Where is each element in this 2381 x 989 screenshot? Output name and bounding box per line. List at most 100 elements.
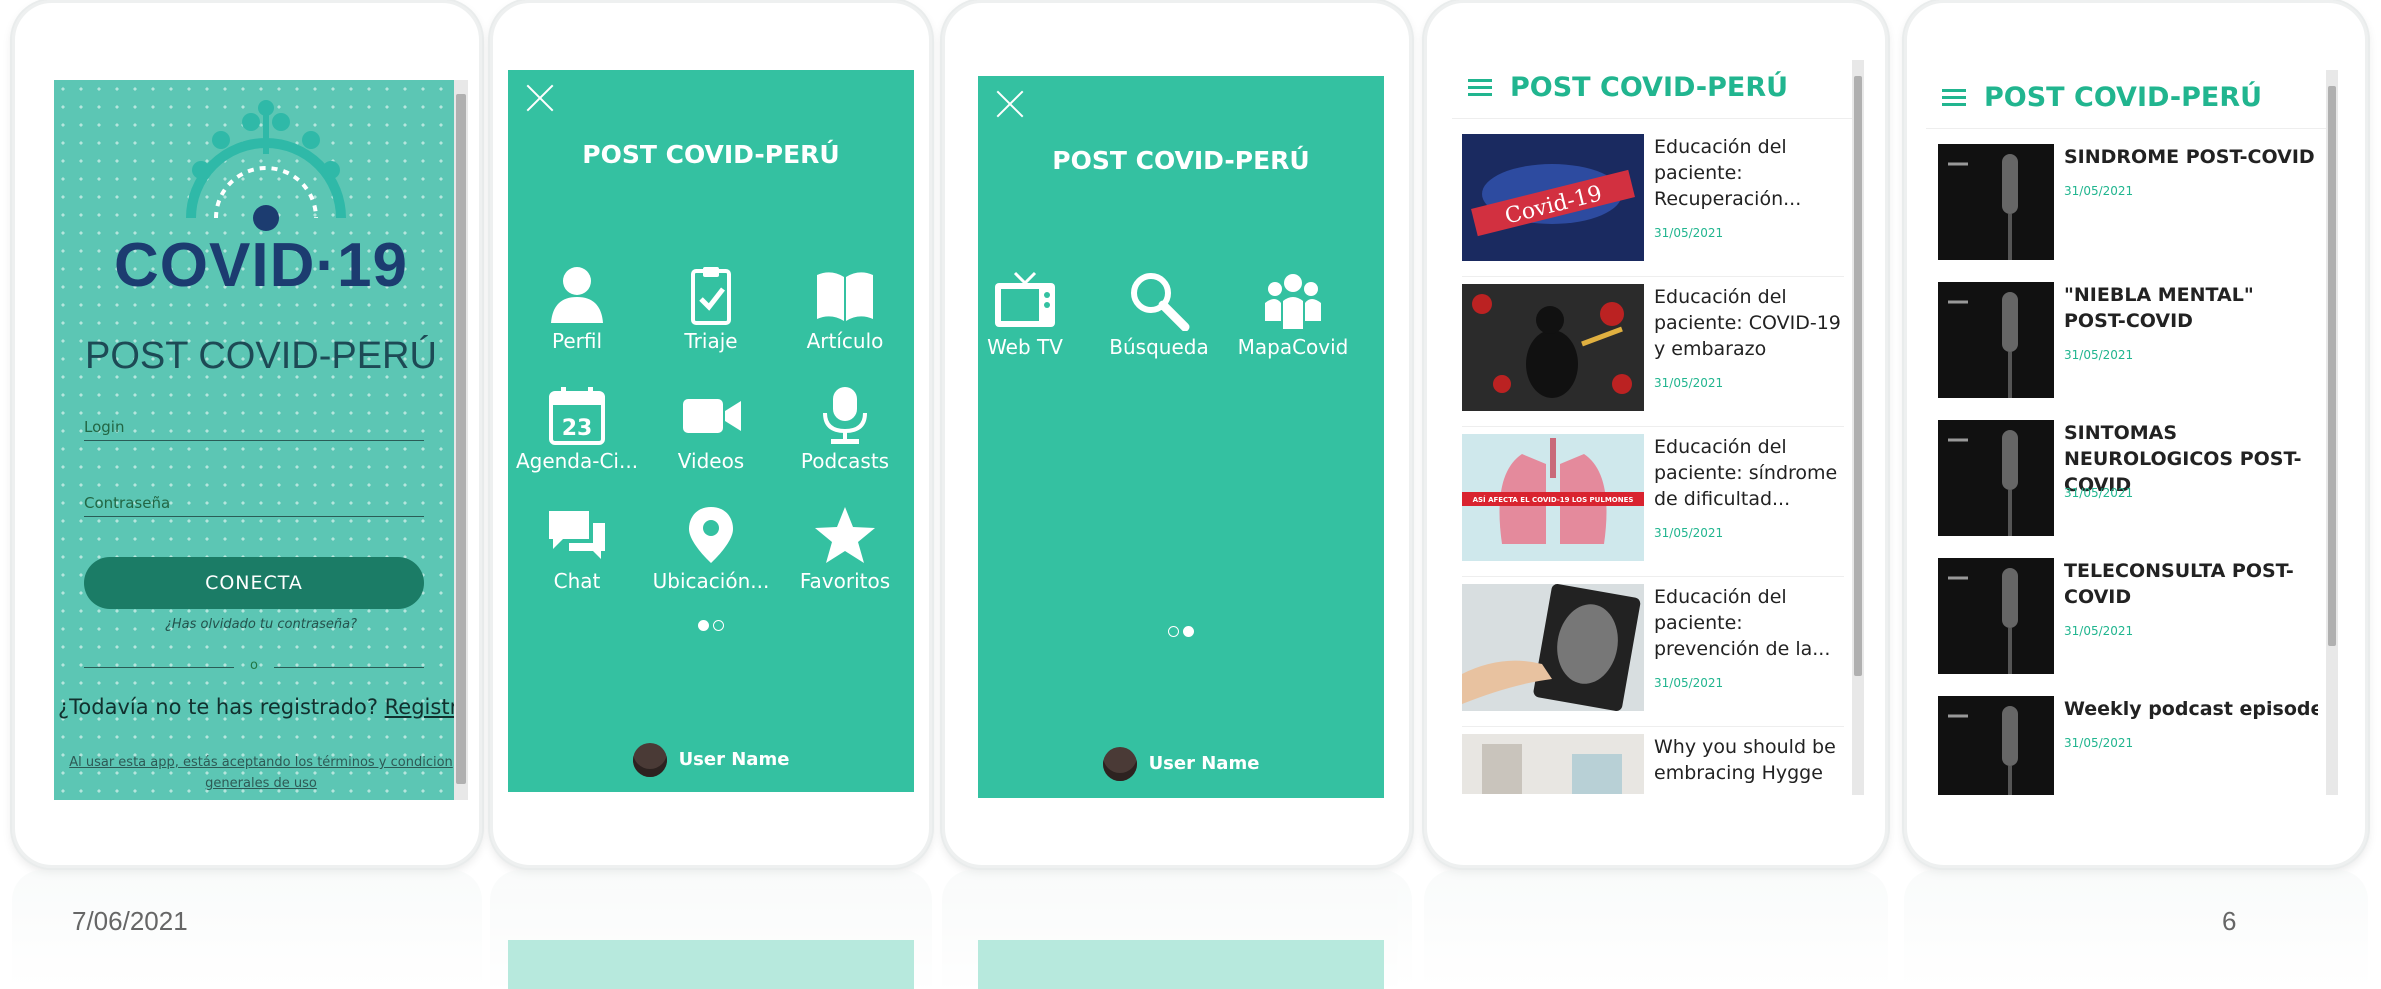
phone-menu-2: POST COVID-PERÚ Web TV Búsqueda MapaCovi… (942, 0, 1412, 868)
menu-item-webtv[interactable]: Web TV (978, 271, 1090, 359)
article-thumbnail (1462, 584, 1644, 711)
podcast-thumbnail (1938, 420, 2054, 536)
register-prompt: ¿Todavía no te has registrado? Registrat (58, 695, 468, 719)
scrollbar[interactable] (2326, 70, 2338, 795)
chat-bubbles-icon (549, 511, 605, 559)
hamburger-menu-icon[interactable] (1942, 89, 1966, 107)
list-item[interactable]: Educación del paciente: prevención de la… (1462, 584, 1844, 727)
list-item[interactable]: "NIEBLA MENTAL" POST-COVID 31/05/2021 (1938, 282, 2318, 402)
svg-text:23: 23 (562, 416, 593, 441)
slide-page-number: 6 (2222, 906, 2237, 936)
scrollbar[interactable] (454, 80, 468, 800)
user-profile[interactable]: User Name (978, 747, 1384, 781)
app-header: POST COVID-PERÚ (1926, 70, 2338, 129)
page-dot-active[interactable] (698, 620, 709, 631)
avatar (1102, 747, 1137, 781)
connect-button[interactable]: CONECTA (84, 557, 424, 609)
open-book-icon (817, 272, 873, 321)
user-name: User Name (678, 749, 790, 770)
login-app-title: POST COVID-PERÚ (85, 335, 437, 377)
menu-item-videos[interactable]: Videos (646, 385, 776, 473)
menu-item-ubicacion[interactable]: Ubicación... (646, 505, 776, 593)
menu-item-label: Videos (677, 449, 745, 473)
terms-line-1: Al usar esta app, estás aceptando los té… (69, 755, 453, 770)
menu-item-articulo[interactable]: Artículo (780, 265, 910, 353)
podcast-thumbnail (1938, 282, 2054, 398)
list-item[interactable]: TELECONSULTA POST-COVID 31/05/2021 (1938, 558, 2318, 678)
password-field[interactable]: Contraseña (84, 494, 424, 517)
login-field[interactable]: Login (84, 418, 424, 441)
menu-item-label: Artículo (806, 329, 884, 353)
article-date: 31/05/2021 (1654, 676, 1724, 690)
menu-item-busqueda[interactable]: Búsqueda (1094, 271, 1224, 359)
tv-icon (995, 271, 1055, 327)
list-item[interactable]: ASÍ AFECTA EL COVID-19 LOS PULMONES Educ… (1462, 434, 1844, 577)
clipboard-check-icon (691, 267, 731, 325)
menu-item-favoritos[interactable]: Favoritos (780, 505, 910, 593)
menu-item-label: Perfil (551, 329, 603, 353)
menu-item-label: Favoritos (799, 569, 891, 593)
article-thumbnail (1462, 734, 1644, 794)
podcast-date: 31/05/2021 (2064, 348, 2134, 362)
virus-logo-icon (186, 100, 346, 231)
article-date: 31/05/2021 (1654, 226, 1724, 240)
page-indicator (508, 616, 914, 635)
menu-screen-2: POST COVID-PERÚ Web TV Búsqueda MapaCovi… (978, 76, 1384, 798)
reflection (942, 870, 1412, 989)
podcast-title: "NIEBLA MENTAL" POST-COVID (2064, 284, 2254, 332)
podcasts-screen: POST COVID-PERÚ SINDROME POST-COVID 31/0… (1926, 70, 2338, 795)
page-indicator (978, 622, 1384, 641)
scrollbar-thumb[interactable] (2328, 86, 2336, 646)
podcast-title: SINDROME POST-COVID (2064, 146, 2315, 168)
menu-item-label: Ubicación... (652, 569, 770, 593)
list-item[interactable]: SINTOMAS NEUROLOGICOS POST-COVID 31/05/2… (1938, 420, 2318, 540)
menu-item-label: Web TV (987, 335, 1063, 359)
menu-item-label: Chat (553, 569, 601, 593)
microphone-icon (823, 387, 867, 444)
close-icon[interactable] (992, 86, 1028, 122)
menu-screen-1: POST COVID-PERÚ Perfil Triaje Artículo 2… (508, 70, 914, 792)
menu-item-mapacovid[interactable]: MapaCovid (1228, 271, 1358, 359)
scrollbar-thumb[interactable] (1854, 76, 1862, 676)
page-dot[interactable] (1168, 626, 1179, 637)
menu-item-perfil[interactable]: Perfil (512, 265, 642, 353)
article-thumbnail: Covid-19 (1462, 134, 1644, 261)
list-item[interactable]: Why you should be embracing Hygge (1462, 734, 1844, 794)
scrollbar-thumb[interactable] (456, 94, 466, 784)
podcast-date: 31/05/2021 (2064, 624, 2134, 638)
close-icon[interactable] (522, 80, 558, 116)
svg-text:ASÍ AFECTA EL COVID-19 LOS PUL: ASÍ AFECTA EL COVID-19 LOS PULMONES (1473, 495, 1634, 504)
menu-item-label: Triaje (684, 329, 738, 353)
article-thumbnail (1462, 284, 1644, 411)
hamburger-menu-icon[interactable] (1468, 79, 1492, 97)
menu-item-chat[interactable]: Chat (512, 505, 642, 593)
list-item[interactable]: Educación del paciente: COVID-19 y embar… (1462, 284, 1844, 427)
forgot-password-link[interactable]: ¿Has olvidado tu contraseña? (54, 617, 468, 632)
article-title: Educación del paciente: síndrome de difi… (1654, 436, 1838, 510)
podcast-thumbnail (1938, 144, 2054, 260)
phone-login: COVID·19 POST COVID-PERÚ Login Contraseñ… (12, 0, 482, 868)
article-title: Educación del paciente: prevención de la… (1654, 586, 1831, 660)
podcast-date: 31/05/2021 (2064, 736, 2134, 750)
terms-line-2: generales de uso (205, 776, 317, 791)
list-item[interactable]: Weekly podcast episode 5 31/05/2021 (1938, 696, 2318, 795)
menu-item-agenda[interactable]: 23 Agenda-Ci... (512, 385, 642, 473)
terms-text[interactable]: Al usar esta app, estás aceptando los té… (54, 752, 468, 794)
person-icon (551, 267, 603, 323)
menu-item-podcasts[interactable]: Podcasts (780, 385, 910, 473)
list-item[interactable]: Covid-19 Educación del paciente: Recuper… (1462, 134, 1844, 277)
phone-articles: POST COVID-PERÚ Covid-19 Educación del p… (1424, 0, 1888, 868)
podcast-date: 31/05/2021 (2064, 184, 2134, 198)
user-profile[interactable]: User Name (508, 743, 914, 777)
menu-item-triaje[interactable]: Triaje (646, 265, 776, 353)
people-group-icon (1265, 274, 1321, 329)
reflection-teal (978, 940, 1384, 989)
podcast-date: 31/05/2021 (2064, 486, 2134, 500)
page-dot[interactable] (713, 620, 724, 631)
user-name: User Name (1148, 753, 1260, 774)
video-camera-icon (683, 399, 741, 433)
podcast-title: TELECONSULTA POST-COVID (2064, 560, 2294, 608)
list-item[interactable]: SINDROME POST-COVID 31/05/2021 (1938, 144, 2318, 264)
scrollbar[interactable] (1852, 60, 1864, 795)
page-dot-active[interactable] (1183, 626, 1194, 637)
